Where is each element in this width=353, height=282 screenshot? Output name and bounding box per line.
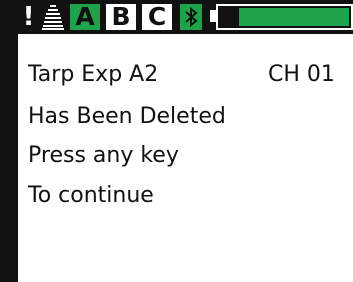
bluetooth-icon	[180, 4, 202, 30]
message-continue: To continue	[28, 183, 154, 208]
alert-glyph: !	[22, 2, 35, 32]
channel-label: CH 01	[268, 62, 335, 87]
message-status: Has Been Deleted	[28, 104, 226, 129]
channel-c-indicator: C	[142, 4, 172, 30]
channel-a-indicator: A	[70, 4, 100, 30]
message-prompt: Press any key	[28, 143, 179, 168]
channel-b-indicator: B	[106, 4, 136, 30]
status-bar: ! A B C	[18, 0, 353, 34]
screen-frame-edge	[0, 0, 18, 282]
message-title: Tarp Exp A2	[28, 62, 159, 87]
battery-body	[216, 4, 353, 30]
battery-level-fill	[239, 8, 349, 26]
battery-icon	[210, 4, 353, 30]
message-area: Tarp Exp A2 CH 01 Has Been Deleted Press…	[28, 38, 350, 238]
exclamation-icon: !	[20, 4, 37, 30]
stacked-lines-icon	[42, 4, 64, 30]
device-screen: ! A B C Tarp Exp A2 CH 01 Has Been Delet…	[0, 0, 353, 282]
